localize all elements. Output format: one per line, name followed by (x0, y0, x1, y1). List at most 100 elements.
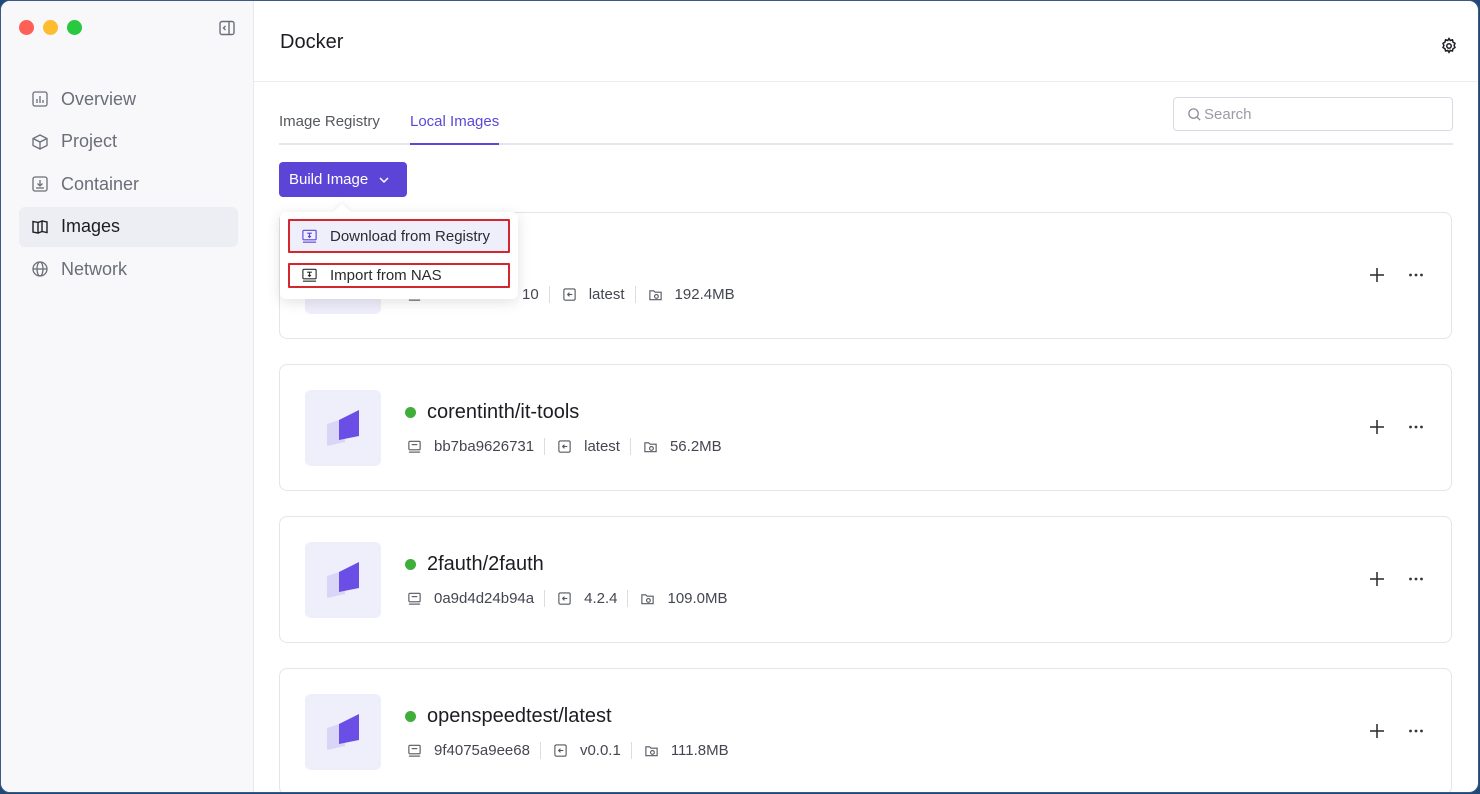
tab-image-registry[interactable]: Image Registry (279, 113, 380, 143)
close-window-button[interactable] (19, 20, 34, 35)
menu-item-import-from-nas[interactable]: Import from NAS (288, 263, 510, 288)
image-tag: latest (548, 286, 635, 303)
sidebar-item-images[interactable]: Images (19, 206, 238, 247)
image-tag-value: 4.2.4 (584, 590, 618, 607)
sidebar-nav: Overview Project Container Images Networ… (19, 79, 238, 292)
sidebar-item-overview[interactable]: Overview (19, 79, 238, 119)
plus-icon[interactable] (1367, 417, 1387, 437)
sidebar-item-label: Network (61, 258, 128, 279)
tag-icon (558, 592, 571, 605)
image-id: 0a9d4d24b94a (407, 590, 544, 607)
image-logo (305, 542, 381, 618)
image-tag-value: v0.0.1 (579, 742, 621, 759)
id-icon (408, 592, 421, 605)
build-image-label: Build Image (289, 171, 369, 188)
card-actions (1367, 721, 1426, 741)
image-size: 109.0MB (627, 590, 737, 607)
image-id-value: 10 (522, 286, 539, 303)
image-logo-icon (327, 714, 359, 750)
id-icon (408, 440, 421, 453)
search-box[interactable] (1173, 97, 1453, 131)
image-logo (305, 390, 381, 466)
app-window: Overview Project Container Images Networ… (0, 0, 1479, 793)
sidebar-toggle-icon[interactable] (218, 19, 236, 37)
chart-icon (32, 91, 48, 107)
tag-icon (563, 288, 576, 301)
status-dot (405, 407, 416, 418)
plus-icon[interactable] (1367, 721, 1387, 741)
window-controls (19, 20, 82, 35)
book-icon (32, 219, 48, 234)
image-id-value: bb7ba9626731 (434, 438, 535, 455)
menu-item-download-from-registry[interactable]: Download from Registry (288, 219, 510, 253)
image-logo-icon (327, 562, 359, 598)
page-title: Docker (280, 31, 344, 53)
image-id: bb7ba9626731 (407, 438, 544, 455)
image-size-value: 56.2MB (669, 438, 722, 455)
registry-download-icon (302, 229, 317, 243)
more-icon[interactable] (1406, 265, 1426, 285)
more-icon[interactable] (1406, 569, 1426, 589)
image-logo-icon (327, 410, 359, 446)
sidebar-item-label: Images (61, 216, 121, 236)
image-card[interactable]: corentinth/it-tools bb7ba9626731 latest (279, 364, 1452, 491)
sidebar-item-network[interactable]: Network (19, 249, 238, 289)
image-size: 192.4MB (634, 286, 745, 303)
sidebar-item-label: Overview (61, 88, 137, 109)
menu-item-label: Download from Registry (330, 227, 491, 245)
build-image-button[interactable]: Build Image (279, 162, 407, 197)
image-size: 111.8MB (630, 742, 739, 759)
plus-icon[interactable] (1367, 265, 1387, 285)
search-input[interactable] (1204, 105, 1444, 123)
globe-icon (32, 261, 48, 277)
image-id: 9f4075a9ee68 (407, 742, 540, 759)
search-icon (1188, 107, 1201, 121)
image-title-row: 2fauth/2fauth (405, 553, 544, 576)
gear-icon[interactable] (1440, 37, 1458, 55)
image-id-value: 9f4075a9ee68 (434, 742, 530, 759)
image-size-value: 192.4MB (674, 286, 735, 303)
size-icon (641, 594, 655, 605)
image-meta: bb7ba9626731 latest 56.2MB (407, 438, 732, 455)
cube-icon (32, 133, 48, 150)
more-icon[interactable] (1406, 721, 1426, 741)
image-name: 2fauth/2fauth (427, 553, 544, 575)
image-logo (305, 694, 381, 770)
sidebar: Overview Project Container Images Networ… (1, 1, 254, 792)
minimize-window-button[interactable] (43, 20, 58, 35)
build-image-menu: Download from Registry Import from NAS (280, 212, 518, 299)
image-size-value: 109.0MB (667, 590, 728, 607)
tab-local-images[interactable]: Local Images (410, 113, 500, 145)
sidebar-item-label: Project (61, 131, 118, 151)
more-icon[interactable] (1406, 417, 1426, 437)
image-meta: 9f4075a9ee68 v0.0.1 111.8MB (407, 742, 739, 759)
sidebar-item-container[interactable]: Container (19, 164, 238, 204)
image-tag-value: latest (584, 438, 620, 455)
tag-icon (554, 744, 567, 757)
image-size: 56.2MB (629, 438, 732, 455)
tab-bar: Image Registry Local Images (279, 97, 1453, 145)
tag-icon (558, 440, 571, 453)
status-dot (405, 559, 416, 570)
header: Docker (254, 1, 1478, 82)
image-name: openspeedtest/latest (427, 705, 612, 727)
image-list: 10 latest 192.4MB corentinth/it-tools bb… (279, 212, 1452, 792)
menu-item-label: Import from NAS (330, 267, 442, 284)
image-tag: v0.0.1 (539, 742, 631, 759)
maximize-window-button[interactable] (67, 20, 82, 35)
image-size-value: 111.8MB (670, 742, 729, 759)
size-icon (644, 442, 657, 453)
sidebar-item-project[interactable]: Project (19, 122, 238, 162)
size-icon (648, 290, 662, 301)
plus-icon[interactable] (1367, 569, 1387, 589)
image-card[interactable]: openspeedtest/latest 9f4075a9ee68 v0.0.1 (279, 668, 1452, 792)
image-meta: 0a9d4d24b94a 4.2.4 109.0MB (407, 590, 738, 607)
main-content: Docker Image Registry Local Images Build… (254, 1, 1478, 792)
image-card[interactable]: 2fauth/2fauth 0a9d4d24b94a 4.2.4 109.0MB (279, 516, 1452, 643)
image-title-row: openspeedtest/latest (405, 705, 612, 728)
download-box-icon (32, 176, 48, 192)
image-title-row: corentinth/it-tools (405, 401, 579, 424)
card-actions (1367, 417, 1426, 437)
image-tag: 4.2.4 (544, 590, 627, 607)
card-actions (1367, 569, 1426, 589)
